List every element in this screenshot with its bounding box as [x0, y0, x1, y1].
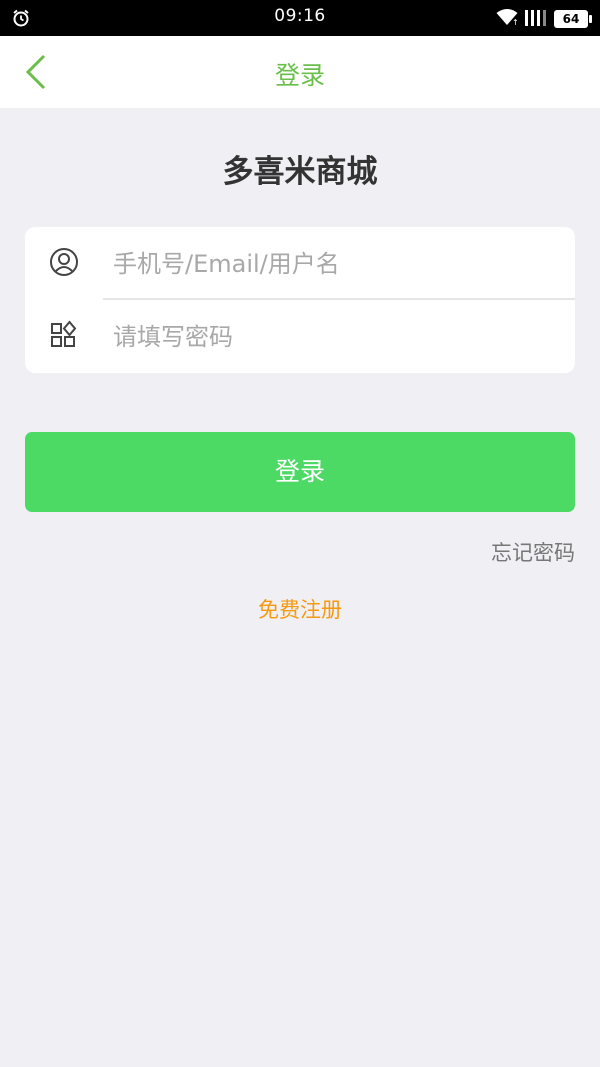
forgot-password-link[interactable]: 忘记密码	[491, 537, 575, 567]
svg-text:↑: ↑	[512, 18, 518, 26]
password-input[interactable]	[113, 312, 553, 362]
login-form-card	[25, 227, 575, 373]
username-input[interactable]	[113, 239, 553, 289]
username-row	[25, 227, 575, 300]
register-link[interactable]: 免费注册	[258, 598, 342, 622]
password-icon	[49, 320, 79, 350]
wifi-icon: ↑	[496, 8, 519, 30]
register-link-container: 免费注册	[0, 594, 600, 624]
status-bar: 09:16 ↑ 64	[0, 0, 600, 36]
top-nav-bar: 登录	[0, 36, 600, 108]
battery-indicator: 64	[554, 10, 592, 28]
store-name: 多喜米商城	[222, 154, 378, 190]
password-row	[25, 300, 575, 373]
login-button[interactable]: 登录	[25, 432, 575, 512]
user-icon	[49, 247, 79, 277]
page-title: 登录	[274, 61, 325, 90]
signal-icon	[524, 8, 548, 30]
